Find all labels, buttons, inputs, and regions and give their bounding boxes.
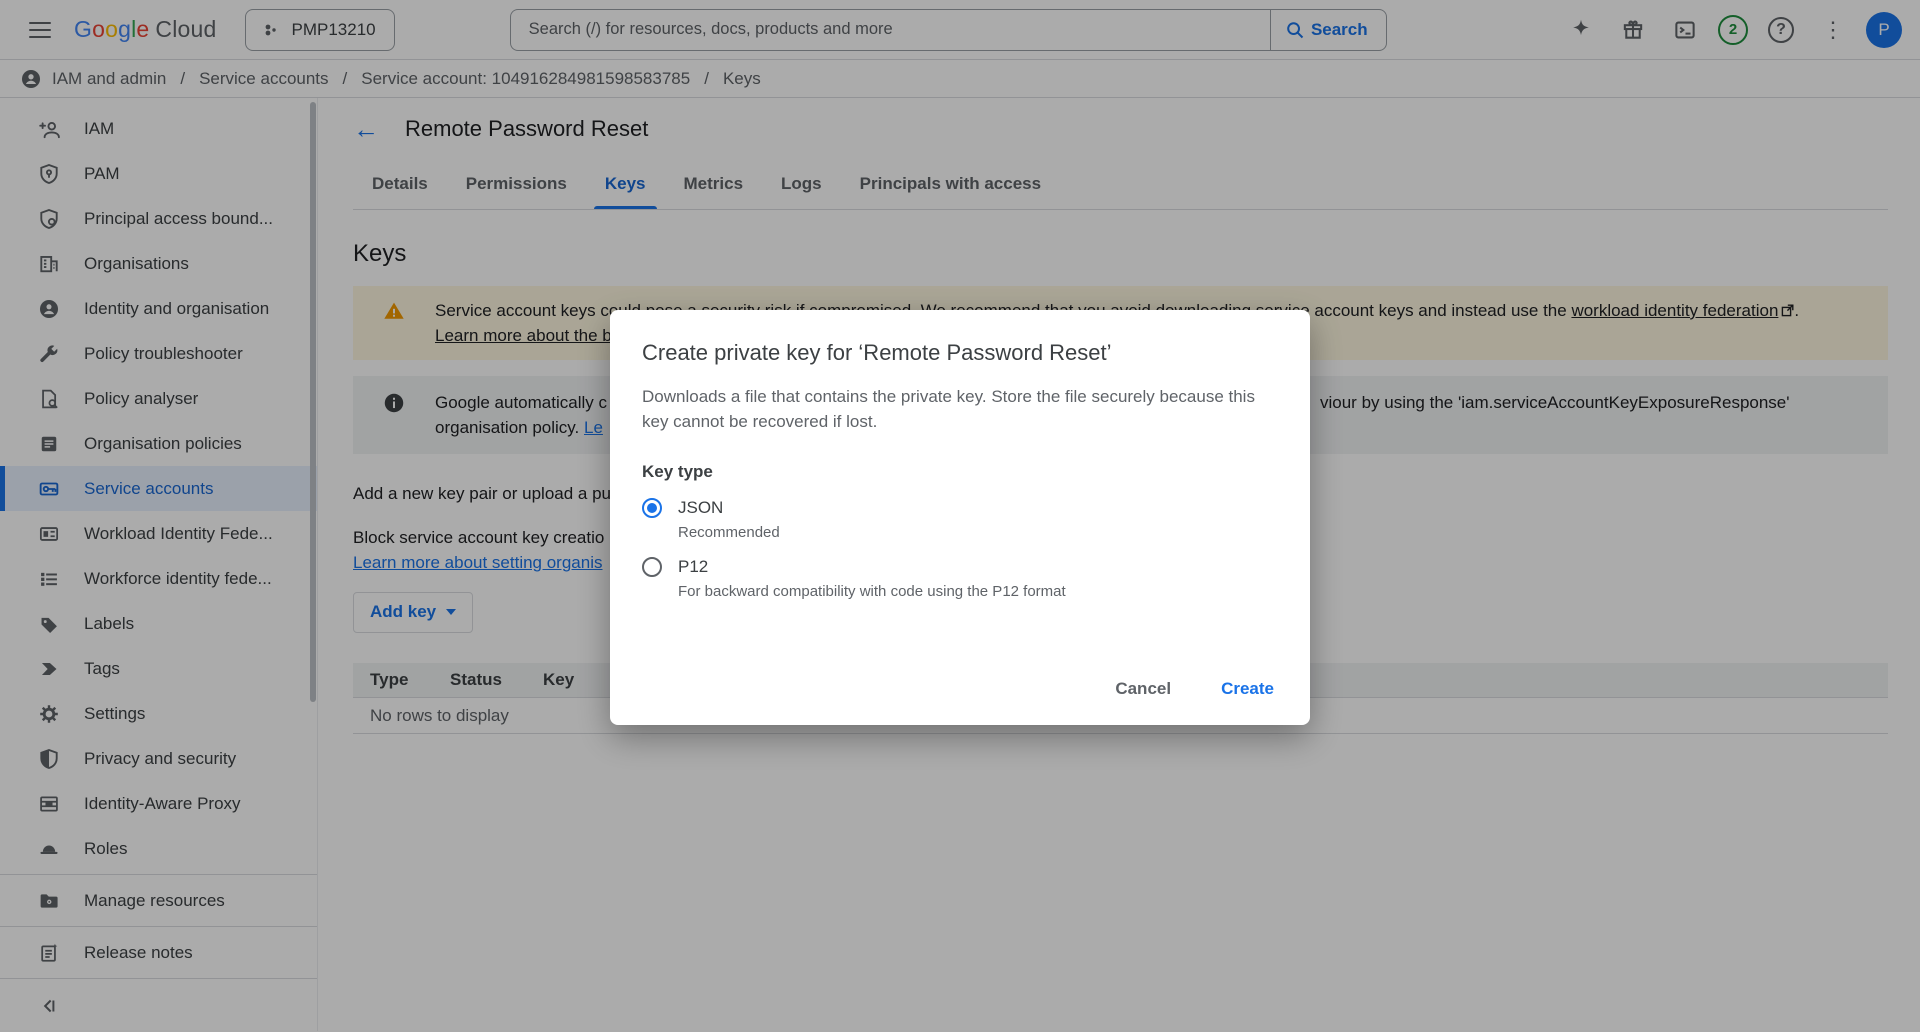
- key-type-option-json[interactable]: JSON: [642, 498, 1278, 518]
- cancel-button[interactable]: Cancel: [1109, 671, 1177, 707]
- radio-json-selected[interactable]: [642, 498, 662, 518]
- dialog-actions: Cancel Create: [1109, 671, 1280, 707]
- option-json-description: Recommended: [678, 524, 1278, 541]
- create-button[interactable]: Create: [1215, 671, 1280, 707]
- radio-p12-unselected[interactable]: [642, 557, 662, 577]
- option-p12-label: P12: [678, 557, 708, 577]
- key-type-option-p12[interactable]: P12: [642, 557, 1278, 577]
- dialog-title: Create private key for ‘Remote Password …: [642, 340, 1278, 366]
- dialog-body-text: Downloads a file that contains the priva…: [642, 384, 1272, 434]
- option-json-label: JSON: [678, 498, 723, 518]
- gcp-console-page: Google Cloud PMP13210 Search: [0, 0, 1920, 1032]
- option-p12-description: For backward compatibility with code usi…: [678, 583, 1278, 600]
- key-type-label: Key type: [642, 462, 1278, 482]
- create-private-key-dialog: Create private key for ‘Remote Password …: [610, 310, 1310, 725]
